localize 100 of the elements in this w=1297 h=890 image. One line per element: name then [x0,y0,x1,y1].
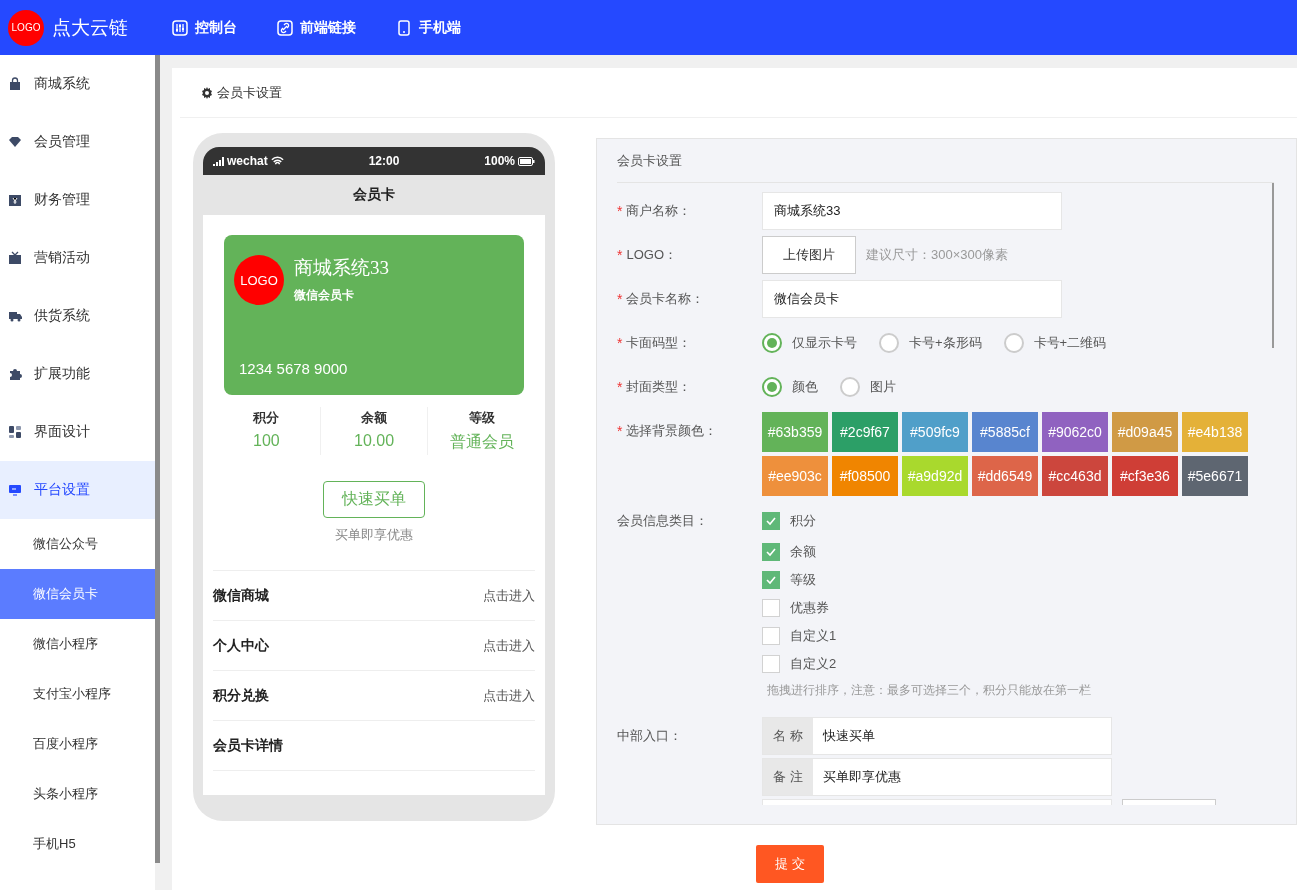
color-swatch[interactable]: #5885cf [972,412,1038,452]
checkbox-label: 等级 [790,571,816,589]
radio-button[interactable] [1003,333,1024,353]
sidebar-subitem[interactable]: 微信小程序 [0,619,155,669]
menu-label[interactable]: 个人中心 [213,636,269,655]
scrollbar[interactable] [1272,183,1274,348]
grid-icon [8,425,22,439]
field-label: 会员信息类目： [617,512,708,530]
checkbox-label: 自定义1 [790,627,837,645]
field-label: 商户名称： [626,202,692,220]
checkbox[interactable] [762,655,780,673]
sidebar-item[interactable]: 界面设计 [0,403,155,461]
check-icon [765,546,777,558]
field-label: 选择背景颜色： [626,422,718,440]
stat-value: 10.00 [354,432,395,450]
checkbox[interactable] [762,627,780,645]
truck-icon [8,309,22,323]
stat-label: 积分 [253,409,280,427]
nav-link[interactable]: 控制台 [172,18,237,37]
menu-label[interactable]: 积分兑换 [213,686,269,705]
color-swatch[interactable]: #cc463d [1042,456,1108,496]
required-mark: * [617,335,623,351]
enter-link[interactable]: 点击进入 [483,586,535,605]
card-logo: LOGO [234,255,284,305]
stat-label: 余额 [361,409,387,427]
sidebar-item[interactable]: 平台设置 [0,461,155,519]
enter-link[interactable]: 点击进入 [483,686,535,705]
radio-label: 仅显示卡号 [792,334,857,352]
field-label: 封面类型： [626,378,692,396]
sidebar-item[interactable]: 供货系统 [0,287,155,345]
color-swatch[interactable]: #cf3e36 [1112,456,1178,496]
signal-icon [213,156,224,166]
radio-button[interactable] [879,333,899,353]
radio-button[interactable] [840,377,860,397]
sidebar-item[interactable]: 会员管理 [0,113,155,171]
battery-level: 100% [484,154,515,168]
stat-value: 普通会员 [449,432,514,452]
check-icon [765,515,777,527]
upload-button[interactable]: 上传图片 [762,236,856,274]
text-input[interactable]: 商城系统33 [762,192,1062,230]
nav-link[interactable]: 前端链接 [277,18,356,37]
sidebar-subitem[interactable]: 微信会员卡 [0,569,155,619]
stat-label: 等级 [468,409,495,427]
link-icon [277,19,293,36]
checkbox-label: 优惠券 [790,599,829,617]
sidebar-subitem[interactable]: 支付宝小程序 [0,669,155,719]
required-mark: * [617,247,623,263]
nav-link[interactable]: 手机端 [396,18,461,37]
wifi-icon [270,156,284,166]
checkbox-label: 积分 [790,512,816,530]
checkbox[interactable] [762,543,780,561]
field-label: LOGO： [626,246,678,264]
checkbox-label: 自定义2 [790,655,837,673]
brand-name: 点大云链 [52,15,129,40]
field-label: 中部入口： [617,727,682,745]
sidebar-item[interactable]: 扩展功能 [0,345,155,403]
settings-icon [201,86,213,99]
checkbox[interactable] [762,512,780,530]
status-time: 12:00 [368,154,400,168]
stat-value: 100 [253,432,280,450]
sidebar-subitem[interactable]: 微信公众号 [0,519,155,569]
radio-button[interactable] [762,333,782,353]
radio-label: 颜色 [792,378,818,396]
required-mark: * [617,423,623,439]
panel-title: 会员卡设置 [617,139,1274,183]
menu-label[interactable]: 微信商城 [213,586,269,605]
check-icon [765,574,777,586]
field-label: 卡面码型： [626,334,692,352]
monitor-icon [8,483,22,497]
sidebar-subitem[interactable]: 头条小程序 [0,769,155,819]
battery-icon [518,156,535,166]
sort-hint: 拖拽进行排序，注意：最多可选择三个，积分只能放在第一栏 [767,682,1091,699]
checkbox[interactable] [762,571,780,589]
sidebar-subitem[interactable]: 手机H5 [0,819,155,869]
scrollbar[interactable] [155,55,160,863]
color-swatch[interactable]: #9062c0 [1042,412,1108,452]
checkbox[interactable] [762,599,780,617]
color-swatch[interactable]: #5e6671 [1182,456,1248,496]
page-title: 会员卡设置 [217,83,282,102]
sidebar-subitem[interactable]: 百度小程序 [0,719,155,769]
card-number: 1234 5678 9000 [239,360,348,377]
sidebar-item[interactable]: 商城系统 [0,55,155,113]
sidebar-item[interactable]: 营销活动 [0,229,155,287]
radio-button[interactable] [762,377,782,397]
text-input[interactable]: 微信会员卡 [762,280,1062,318]
sidebar-item[interactable]: 财务管理 [0,171,155,229]
checkbox-label: 余额 [790,543,816,561]
radio-label: 卡号+二维码 [1033,334,1107,352]
radio-label: 图片 [870,378,896,396]
sliders-icon [172,19,188,36]
menu-label[interactable]: 会员卡详情 [213,736,283,755]
required-mark: * [617,203,623,219]
field-label: 会员卡名称： [626,290,705,308]
button-note: 买单即享优惠 [335,526,413,544]
enter-link[interactable]: 点击进入 [483,636,535,655]
radio-label: 卡号+条形码 [909,334,982,352]
card-name: 商城系统33 [294,256,389,280]
required-mark: * [617,379,623,395]
phone-icon [396,19,412,36]
card-subtitle: 微信会员卡 [294,287,355,304]
